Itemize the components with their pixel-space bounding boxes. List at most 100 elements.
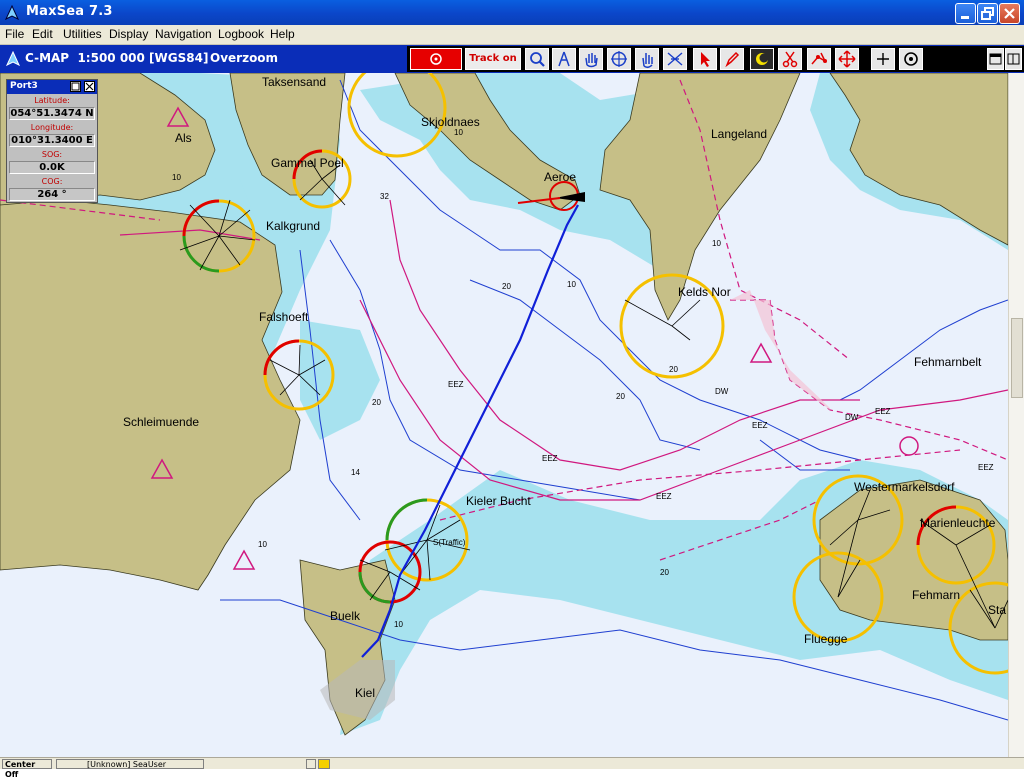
menu-file[interactable]: File xyxy=(5,27,24,41)
menu-edit[interactable]: Edit xyxy=(32,27,53,41)
close-icon xyxy=(1004,8,1015,19)
status-bar: Center Off [Unknown] SeaUser xyxy=(0,757,1024,779)
svg-text:DW: DW xyxy=(715,387,729,396)
cut-button[interactable] xyxy=(778,48,802,70)
overzoom-label: Overzoom xyxy=(210,51,279,65)
menu-display[interactable]: Display xyxy=(109,27,148,41)
menu-help[interactable]: Help xyxy=(270,27,295,41)
maximize-icon xyxy=(71,82,80,91)
svg-text:10: 10 xyxy=(567,280,576,289)
mob-button[interactable] xyxy=(410,48,462,70)
latitude-value: 054°51.3474 N xyxy=(9,107,95,120)
split-window-button[interactable] xyxy=(987,48,1004,70)
panel-header[interactable]: Port3 xyxy=(7,80,97,94)
minimize-icon xyxy=(961,16,969,19)
close-button[interactable] xyxy=(999,3,1020,24)
vertical-scroll-thumb[interactable] xyxy=(1011,318,1023,398)
svg-text:EEZ: EEZ xyxy=(978,463,994,472)
track-on-button[interactable]: Track on xyxy=(465,48,521,70)
cog-value: 264 ° xyxy=(9,188,95,201)
target-button[interactable] xyxy=(899,48,923,70)
cursor-cross-button[interactable] xyxy=(871,48,895,70)
pencil-icon xyxy=(725,51,740,68)
longitude-value: 010°31.3400 E xyxy=(9,134,95,147)
svg-text:20: 20 xyxy=(660,568,669,577)
compass-button[interactable] xyxy=(552,48,576,70)
magnifier-icon xyxy=(530,52,545,67)
close-icon xyxy=(85,82,94,91)
menu-navigation[interactable]: Navigation xyxy=(155,27,212,41)
menu-bar: File Edit Utilities Display Navigation L… xyxy=(0,25,1024,45)
window-split-icon xyxy=(989,53,1002,65)
label-schleimuende: Schleimuende xyxy=(123,415,199,429)
scissors-icon xyxy=(782,51,798,68)
panel-maximize-button[interactable] xyxy=(70,81,81,92)
svg-text:10: 10 xyxy=(258,540,267,549)
label-kelds-nor: Kelds Nor xyxy=(678,285,731,299)
label-kiel: Kiel xyxy=(355,686,375,700)
maxsea-app-icon[interactable] xyxy=(4,5,20,21)
menu-utilities[interactable]: Utilities xyxy=(63,27,102,41)
label-langeland: Langeland xyxy=(711,127,767,141)
longitude-label: Longitude: xyxy=(30,123,74,132)
layout-button[interactable] xyxy=(1005,48,1022,70)
svg-text:20: 20 xyxy=(372,398,381,407)
vertical-scrollbar[interactable] xyxy=(1008,73,1024,757)
pencil-button[interactable] xyxy=(720,48,744,70)
label-sta: Sta xyxy=(988,603,1006,617)
label-kieler-bucht: Kieler Bucht xyxy=(466,494,531,508)
svg-text:20: 20 xyxy=(502,282,511,291)
select-button[interactable] xyxy=(693,48,717,70)
label-fehmarnbelt: Fehmarnbelt xyxy=(914,355,982,369)
nautical-chart[interactable]: Taksensand Skjoldnaes Als Langeland Gamm… xyxy=(0,73,1008,757)
route-points-icon xyxy=(811,52,827,65)
crosshair-circle-icon xyxy=(611,51,627,67)
label-gammel-poel: Gammel Poel xyxy=(271,156,344,170)
center-button[interactable] xyxy=(607,48,631,70)
svg-text:10: 10 xyxy=(394,620,403,629)
minimize-button[interactable] xyxy=(955,3,976,24)
panel-close-button[interactable] xyxy=(84,81,95,92)
chart-window-icon[interactable] xyxy=(5,51,21,67)
window-title: MaxSea 7.3 xyxy=(26,4,113,19)
target-icon xyxy=(430,53,442,65)
route-button[interactable] xyxy=(663,48,687,70)
label-marienleuchte: Marienleuchte xyxy=(920,516,996,530)
svg-text:EEZ: EEZ xyxy=(875,407,891,416)
svg-text:EEZ: EEZ xyxy=(752,421,768,430)
svg-text:10: 10 xyxy=(454,128,463,137)
label-fluegge: Fluegge xyxy=(804,632,848,646)
svg-text:20: 20 xyxy=(616,392,625,401)
route-edit-button[interactable] xyxy=(807,48,831,70)
toolbar: Track on xyxy=(407,46,1024,72)
restore-button[interactable] xyxy=(977,3,998,24)
label-kalkgrund: Kalkgrund xyxy=(266,219,320,233)
move-button[interactable] xyxy=(835,48,859,70)
position-info-panel[interactable]: Port3 Latitude: 054°51.3474 N Longitude:… xyxy=(6,79,98,203)
moon-button[interactable] xyxy=(750,48,774,70)
route-cross-icon xyxy=(667,52,683,66)
svg-text:20: 20 xyxy=(669,365,678,374)
svg-text:10: 10 xyxy=(712,239,721,248)
chart-scale-title: C-MAP 1:500 000 [WGS84] xyxy=(25,51,209,65)
label-taksensand: Taksensand xyxy=(262,75,326,89)
label-fehmarn: Fehmarn xyxy=(912,588,960,602)
sog-value: 0.0K xyxy=(9,161,95,174)
svg-text:EEZ: EEZ xyxy=(448,380,464,389)
latitude-label: Latitude: xyxy=(34,96,70,105)
svg-text:14: 14 xyxy=(351,468,360,477)
pan-button[interactable] xyxy=(579,48,603,70)
label-falshoeft: Falshoeft xyxy=(259,310,309,324)
label-buelk: Buelk xyxy=(330,609,361,623)
grab-button[interactable] xyxy=(635,48,659,70)
menu-logbook[interactable]: Logbook xyxy=(218,27,264,41)
dividers-icon xyxy=(558,51,570,67)
plus-icon xyxy=(877,53,889,65)
panel-title: Port3 xyxy=(10,81,38,91)
label-skjoldnaes: Skjoldnaes xyxy=(421,115,480,129)
restore-icon xyxy=(981,7,994,20)
window-layout-icon xyxy=(1007,53,1020,65)
zoom-button[interactable] xyxy=(525,48,549,70)
sog-label: SOG: xyxy=(41,150,63,159)
svg-text:32: 32 xyxy=(380,192,389,201)
